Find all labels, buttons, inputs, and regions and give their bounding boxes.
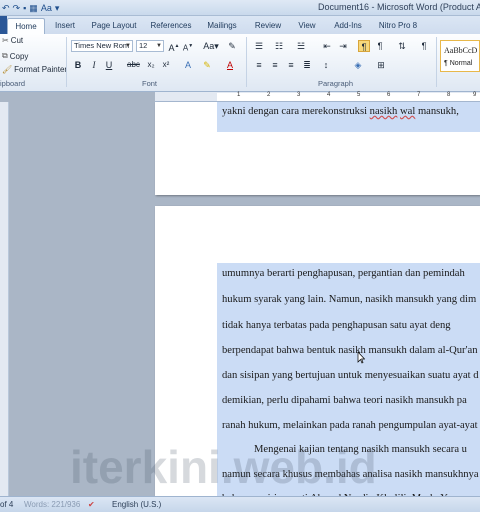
text-cursor-icon [357, 352, 365, 364]
window-title: Document16 - Microsoft Word (Product Act… [318, 2, 480, 12]
tab-home[interactable]: Home [7, 18, 45, 34]
title-bar: ↶ ↷ ▪ ▦ Aa ▾ Document16 - Microsoft Word… [0, 0, 480, 16]
sort-icon[interactable]: ⇅ [396, 40, 408, 52]
text-line[interactable]: demikian, perlu dipahami bahwa teori nas… [222, 395, 467, 406]
left-gutter [0, 92, 155, 496]
proofing-icon[interactable]: ✔ [88, 500, 95, 509]
copy-icon: ⧉ [2, 51, 8, 60]
divider [246, 37, 247, 87]
italic-icon[interactable]: I [88, 59, 100, 71]
paragraph-group-label: Paragraph [318, 79, 354, 88]
bold-icon[interactable]: B [72, 59, 84, 71]
language-indicator[interactable]: English (U.S.) [112, 500, 161, 509]
quick-access-toolbar: ↶ ↷ ▪ ▦ Aa ▾ [0, 1, 59, 15]
text-line[interactable]: dan sisipan yang bertujuan untuk menyesu… [222, 370, 479, 381]
ribbon-tabs: Home Insert Page Layout References Maili… [0, 16, 480, 34]
text-line[interactable]: ranah hukum, melainkan pada ranah pengum… [222, 420, 478, 431]
divider [436, 37, 437, 87]
strikethrough-icon[interactable]: abc [127, 59, 140, 71]
divider [66, 37, 67, 87]
shrink-font-icon[interactable]: A▼ [182, 40, 194, 53]
style-normal[interactable]: AaBbCcD ¶ Normal [440, 40, 480, 72]
text-line[interactable]: umumnya berarti penghapusan, pergantian … [222, 268, 465, 279]
align-right-icon[interactable]: ≡ [285, 59, 297, 71]
chevron-down-icon: ▼ [125, 43, 131, 49]
undo-icon[interactable]: ↶ [2, 3, 10, 14]
print-icon[interactable]: ▦ [29, 3, 38, 14]
copy-button[interactable]: ⧉ Copy [2, 51, 28, 61]
brush-icon: 🖌 [2, 65, 13, 74]
redo-icon[interactable]: ↷ [13, 3, 21, 14]
page1-text-line[interactable]: yakni dengan cara merekonstruksi nasikh … [222, 106, 459, 117]
save-icon[interactable]: ▪ [23, 3, 26, 13]
vertical-ruler [0, 102, 9, 496]
justify-icon[interactable]: ≣ [301, 59, 313, 71]
grow-font-icon[interactable]: A▲ [168, 40, 180, 53]
rtl-direction-icon[interactable]: ¶ [374, 40, 386, 52]
chevron-down-icon: ▼ [156, 43, 162, 49]
format-painter-button[interactable]: 🖌 Format Painter [2, 65, 67, 74]
change-case-icon[interactable]: Aa▾ [202, 40, 220, 52]
font-size-combo[interactable]: 12 ▼ [136, 40, 164, 52]
customize-icon[interactable]: ▾ [55, 3, 60, 14]
highlight-icon[interactable]: ✎ [201, 59, 213, 71]
text-effects-icon[interactable]: A [182, 59, 194, 71]
tab-mailings[interactable]: Mailings [202, 18, 242, 34]
word-count[interactable]: Words: 221/936 [24, 500, 80, 509]
text-line[interactable]: hukum syarak yang lain. Namun, nasikh ma… [222, 294, 476, 305]
clipboard-group-label: ipboard [0, 79, 26, 88]
scissors-icon: ✂ [2, 36, 9, 45]
superscript-icon[interactable]: x² [160, 59, 172, 71]
tab-review[interactable]: Review [252, 18, 284, 34]
font-color-icon[interactable]: A [224, 59, 236, 71]
align-left-icon[interactable]: ≡ [253, 59, 265, 71]
increase-indent-icon[interactable]: ⇥ [337, 40, 349, 52]
bullets-icon[interactable]: ☰ [253, 40, 265, 52]
font-size-icon[interactable]: Aa [41, 3, 52, 13]
tab-nitro-pro[interactable]: Nitro Pro 8 [376, 18, 420, 34]
show-formatting-icon[interactable]: ¶ [418, 40, 430, 52]
tab-add-ins[interactable]: Add-Ins [330, 18, 366, 34]
decrease-indent-icon[interactable]: ⇤ [321, 40, 333, 52]
multilevel-list-icon[interactable]: ☱ [295, 40, 307, 52]
page-count[interactable]: of 4 [0, 500, 13, 509]
text-line[interactable]: berpendapat bahwa bentuk nasikh mansukh … [222, 345, 478, 356]
align-center-icon[interactable]: ≡ [269, 59, 281, 71]
cut-button[interactable]: ✂ Cut [2, 36, 23, 45]
line-spacing-icon[interactable]: ↕ [320, 59, 332, 71]
font-name-combo[interactable]: Times New Rom ▼ [71, 40, 133, 52]
file-tab[interactable] [0, 16, 7, 34]
shading-icon[interactable]: ◈ [352, 59, 364, 71]
underline-icon[interactable]: U [103, 59, 115, 71]
tab-references[interactable]: References [148, 18, 194, 34]
numbering-icon[interactable]: ☷ [273, 40, 285, 52]
borders-icon[interactable]: ⊞ [375, 59, 387, 71]
tab-insert[interactable]: Insert [50, 18, 80, 34]
tab-view[interactable]: View [294, 18, 320, 34]
watermark: iterkini.web.id [70, 441, 377, 493]
horizontal-ruler[interactable]: 1 2 3 4 5 6 7 8 9 [155, 92, 480, 102]
tab-page-layout[interactable]: Page Layout [88, 18, 140, 34]
ribbon: ✂ Cut ⧉ Copy 🖌 Format Painter ipboard Ti… [0, 34, 480, 92]
clear-formatting-icon[interactable]: ✎ [226, 40, 238, 52]
text-line[interactable]: tidak hanya terbatas pada penghapusan sa… [222, 320, 451, 331]
font-group-label: Font [142, 79, 158, 88]
subscript-icon[interactable]: x₂ [145, 59, 157, 71]
ltr-direction-icon[interactable]: ¶ [358, 40, 370, 52]
ruler-text-area [217, 93, 480, 101]
status-bar: of 4 Words: 221/936 ✔ English (U.S.) [0, 496, 480, 512]
